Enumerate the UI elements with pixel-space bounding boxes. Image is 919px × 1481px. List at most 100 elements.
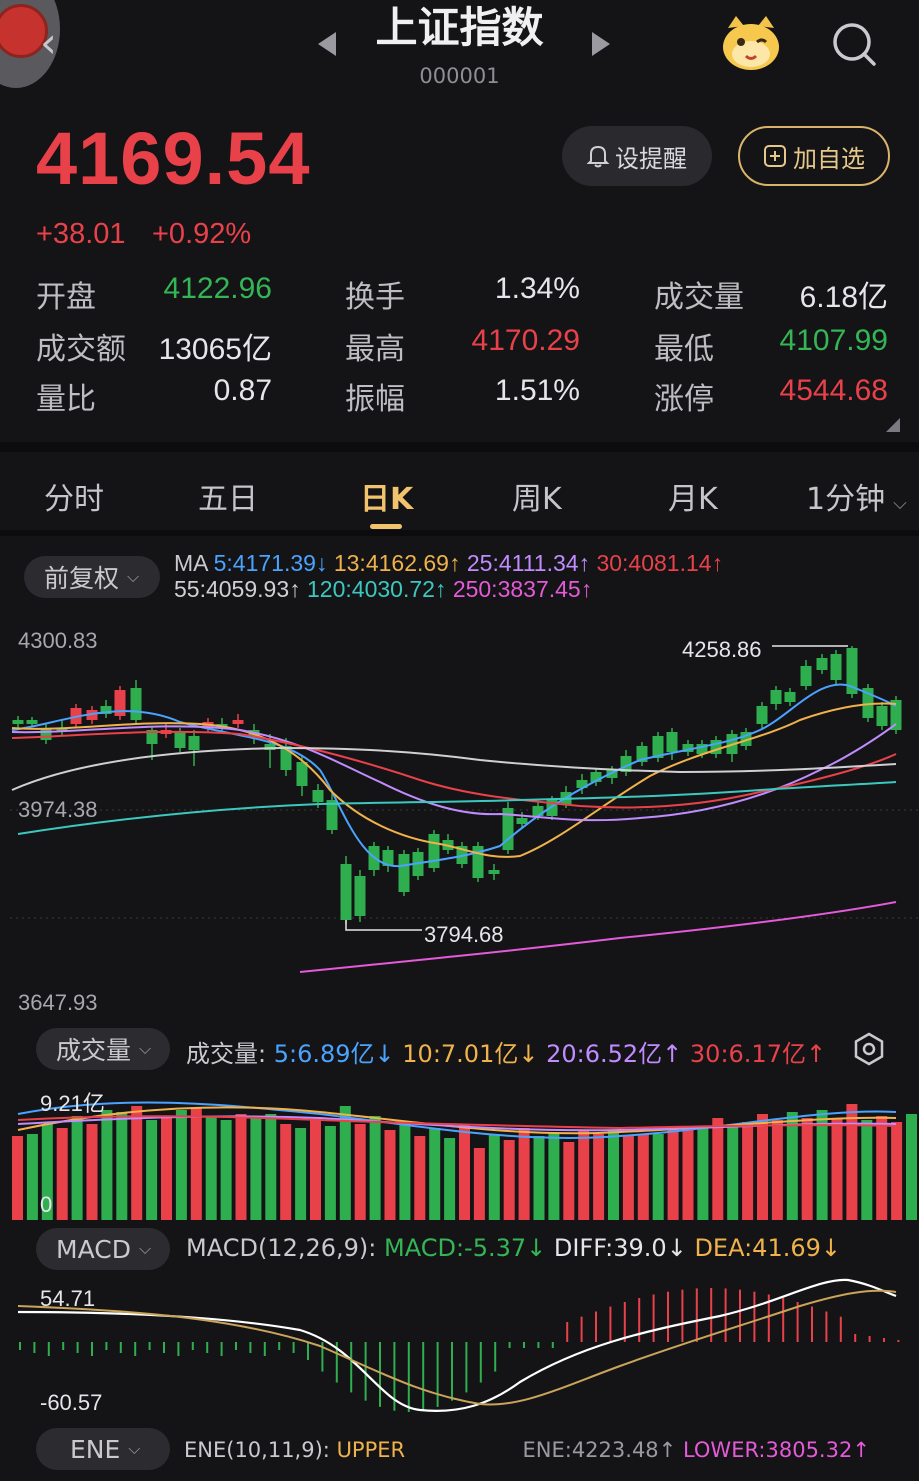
volume-bar [682, 1128, 694, 1220]
volume-bar [175, 1110, 187, 1220]
stat-value: 0.87 [213, 374, 272, 407]
volume-bar [26, 1134, 38, 1220]
volume-bar [473, 1148, 485, 1220]
stat-value: 13065亿 [158, 333, 272, 366]
tab-intraday[interactable]: 分时 [44, 474, 104, 518]
volume-bar [235, 1114, 247, 1220]
volume-bar [548, 1132, 560, 1220]
ma30-value: 30:4081.14↑ [596, 550, 724, 576]
candle-body [296, 762, 308, 786]
candle-body [876, 706, 888, 726]
stat-label: 量比 [36, 382, 96, 417]
macd-chart[interactable] [0, 1276, 919, 1426]
volume-bar [324, 1126, 336, 1220]
volume-bar [205, 1116, 217, 1220]
volume-indicator-dropdown[interactable]: 成交量 ⌵ [36, 1028, 170, 1070]
ene-lower-value: LOWER:3805.32↑ [682, 1438, 870, 1462]
volume-axis-top: 9.21亿 [40, 1091, 105, 1116]
macd-indicator-dropdown[interactable]: MACD ⌵ [36, 1228, 170, 1270]
tab-weekly-k[interactable]: 周K [512, 474, 562, 518]
expand-stats-icon[interactable] [886, 418, 900, 432]
divider [0, 442, 919, 452]
volume-chart[interactable] [0, 1074, 919, 1224]
volume-bar [697, 1126, 709, 1220]
stat-label: 振幅 [345, 382, 405, 417]
chevron-down-icon: ⌵ [893, 493, 907, 514]
tab-daily-k[interactable]: 日K [360, 474, 413, 518]
stat-value: 6.18亿 [799, 281, 888, 314]
candle-body [12, 720, 24, 724]
candlestick-chart[interactable] [0, 620, 919, 1020]
ene-upper-value: UPPER [336, 1438, 406, 1462]
volume-bar [667, 1128, 679, 1220]
diff-value: DIFF:39.0↓ [553, 1234, 687, 1262]
add-watchlist-label: 加自选 [793, 144, 865, 173]
volume-bar [56, 1128, 68, 1220]
volume-axis-zero: 0 [40, 1192, 53, 1217]
ene-params: ENE(10,11,9): [184, 1438, 330, 1462]
price-axis-top: 4300.83 [18, 628, 98, 653]
volume-bar [637, 1134, 649, 1220]
volume-bar [250, 1118, 262, 1220]
stat-value: 4544.68 [779, 374, 888, 407]
volume-bar [608, 1130, 619, 1220]
set-alert-button[interactable]: 设提醒 [562, 126, 712, 186]
price-change: +38.01 [36, 218, 126, 250]
stat-label: 换手 [345, 280, 405, 315]
divider [0, 530, 919, 536]
moving-average-line [11, 723, 897, 822]
candle-body [800, 666, 812, 686]
stat-label: 成交额 [36, 332, 126, 367]
candle-body [40, 728, 52, 740]
price-axis-bottom: 3647.93 [18, 990, 98, 1015]
volume-bar [369, 1116, 381, 1220]
stat-label: 成交量 [654, 280, 744, 315]
volume-bar [593, 1134, 605, 1220]
volume-bar [488, 1134, 500, 1220]
candle-body [516, 818, 528, 824]
volume-bar [459, 1124, 470, 1220]
volume-bar [771, 1120, 783, 1220]
ma-legend-row-2: 55:4059.93↑ 120:4030.72↑ 250:3837.45↑ [174, 576, 592, 603]
volume-bar [12, 1136, 23, 1220]
volume-bar [906, 1114, 917, 1220]
candle-body [830, 654, 842, 680]
tab-monthly-k[interactable]: 月K [668, 474, 718, 518]
volume-bar [533, 1136, 545, 1220]
vol-ma30-value: 30:6.17亿↑ [689, 1040, 827, 1068]
ene-indicator-dropdown[interactable]: ENE ⌵ [36, 1428, 170, 1470]
volume-bar [414, 1136, 426, 1220]
add-watchlist-button[interactable]: 加自选 [738, 126, 890, 186]
next-stock-icon[interactable] [592, 32, 610, 56]
period-high-label: 4258.86 [682, 637, 762, 662]
settings-hex-icon[interactable] [852, 1032, 886, 1066]
candle-body [428, 834, 440, 868]
ma13-value: 13:4162.69↑ [333, 550, 461, 576]
candle-body [770, 690, 782, 704]
dea-value: DEA:41.69↓ [694, 1234, 841, 1262]
volume-bar [831, 1118, 843, 1220]
candle-body [756, 706, 768, 724]
adjust-type-dropdown[interactable]: 前复权 ⌵ [24, 556, 160, 598]
ma-prefix: MA [174, 550, 208, 576]
vol-ma20-value: 20:6.52亿↑ [546, 1040, 683, 1068]
volume-legend-prefix: 成交量: [186, 1040, 267, 1068]
moving-average-line [299, 901, 897, 973]
volume-bar [622, 1136, 634, 1220]
ene-indicator-label: ENE [70, 1434, 121, 1464]
active-tab-indicator [370, 524, 402, 529]
stat-label: 涨停 [654, 382, 714, 417]
volume-bar [876, 1116, 888, 1220]
search-icon[interactable] [830, 20, 878, 68]
volume-bar [652, 1134, 664, 1220]
tab-one-minute[interactable]: 1分钟 ⌵ [806, 474, 907, 518]
tab-five-day[interactable]: 五日 [198, 474, 258, 518]
set-alert-label: 设提醒 [615, 144, 687, 173]
candle-body [816, 658, 828, 670]
volume-bar [190, 1108, 202, 1220]
volume-bar [116, 1112, 128, 1220]
ma5-value: 5:4171.39↓ [213, 550, 328, 576]
candle-body [488, 870, 500, 874]
mascot-icon[interactable] [720, 14, 782, 72]
candle-body [174, 732, 186, 748]
